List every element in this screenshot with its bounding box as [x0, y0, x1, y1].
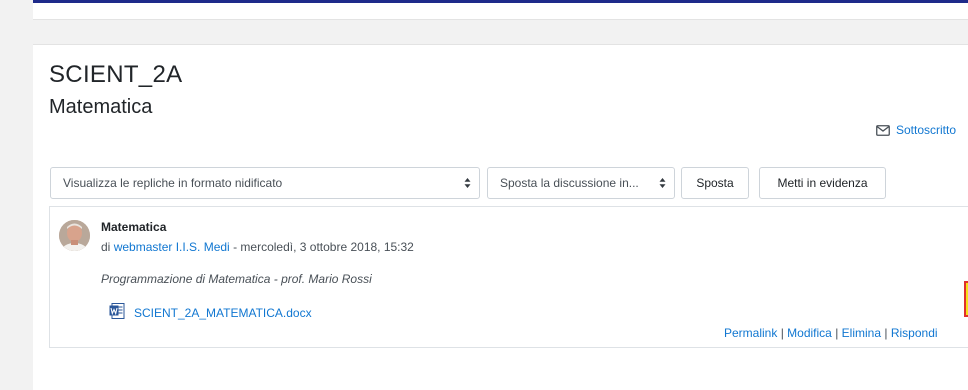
pin-discussion-button[interactable]: Metti in evidenza [759, 167, 886, 199]
select-arrows-icon [464, 177, 471, 192]
attachment-name: SCIENT_2A_MATEMATICA.docx [134, 305, 312, 320]
author-link[interactable]: webmaster I.I.S. Medi [114, 240, 230, 254]
navbar-edge [33, 0, 968, 3]
attachment-link[interactable]: SCIENT_2A_MATEMATICA.docx [109, 303, 312, 322]
delete-link[interactable]: Elimina [842, 326, 881, 340]
word-document-icon [109, 303, 125, 322]
command-separator: | [835, 326, 839, 340]
subscription-label: Sottoscritto [896, 123, 957, 137]
reply-link[interactable]: Rispondi [891, 326, 938, 340]
post-commands: Permalink | Modifica | Elimina | Rispond… [724, 326, 938, 340]
permalink-link[interactable]: Permalink [724, 326, 777, 340]
envelope-icon [876, 124, 890, 136]
move-discussion-value: Sposta la discussione in... [500, 176, 639, 190]
post-date: - mercoledì, 3 ottobre 2018, 15:32 [233, 240, 414, 254]
post-subject: Matematica [101, 220, 167, 234]
post-message: Programmazione di Matematica - prof. Mar… [101, 272, 372, 286]
edit-link[interactable]: Modifica [787, 326, 832, 340]
display-mode-value: Visualizza le repliche in formato nidifi… [63, 176, 283, 190]
move-discussion-select[interactable]: Sposta la discussione in... [487, 167, 675, 199]
select-arrows-icon [659, 177, 666, 192]
move-button[interactable]: Sposta [681, 167, 749, 199]
forum-post: Matematica di webmaster I.I.S. Medi - me… [49, 206, 968, 348]
forum-title: Matematica [49, 96, 153, 118]
highlight-marker [964, 281, 968, 317]
command-separator: | [884, 326, 888, 340]
avatar[interactable] [59, 220, 90, 251]
subscription-toggle[interactable]: Sottoscritto [876, 121, 956, 139]
main-content-card: SCIENT_2A Matematica Sottoscritto Visual… [33, 44, 968, 390]
byline-prefix: di [101, 240, 111, 254]
display-mode-select[interactable]: Visualizza le repliche in formato nidifi… [50, 167, 480, 199]
course-title: SCIENT_2A [49, 61, 183, 88]
top-card [33, 0, 968, 20]
command-separator: | [780, 326, 784, 340]
post-byline: di webmaster I.I.S. Medi - mercoledì, 3 … [101, 240, 414, 254]
